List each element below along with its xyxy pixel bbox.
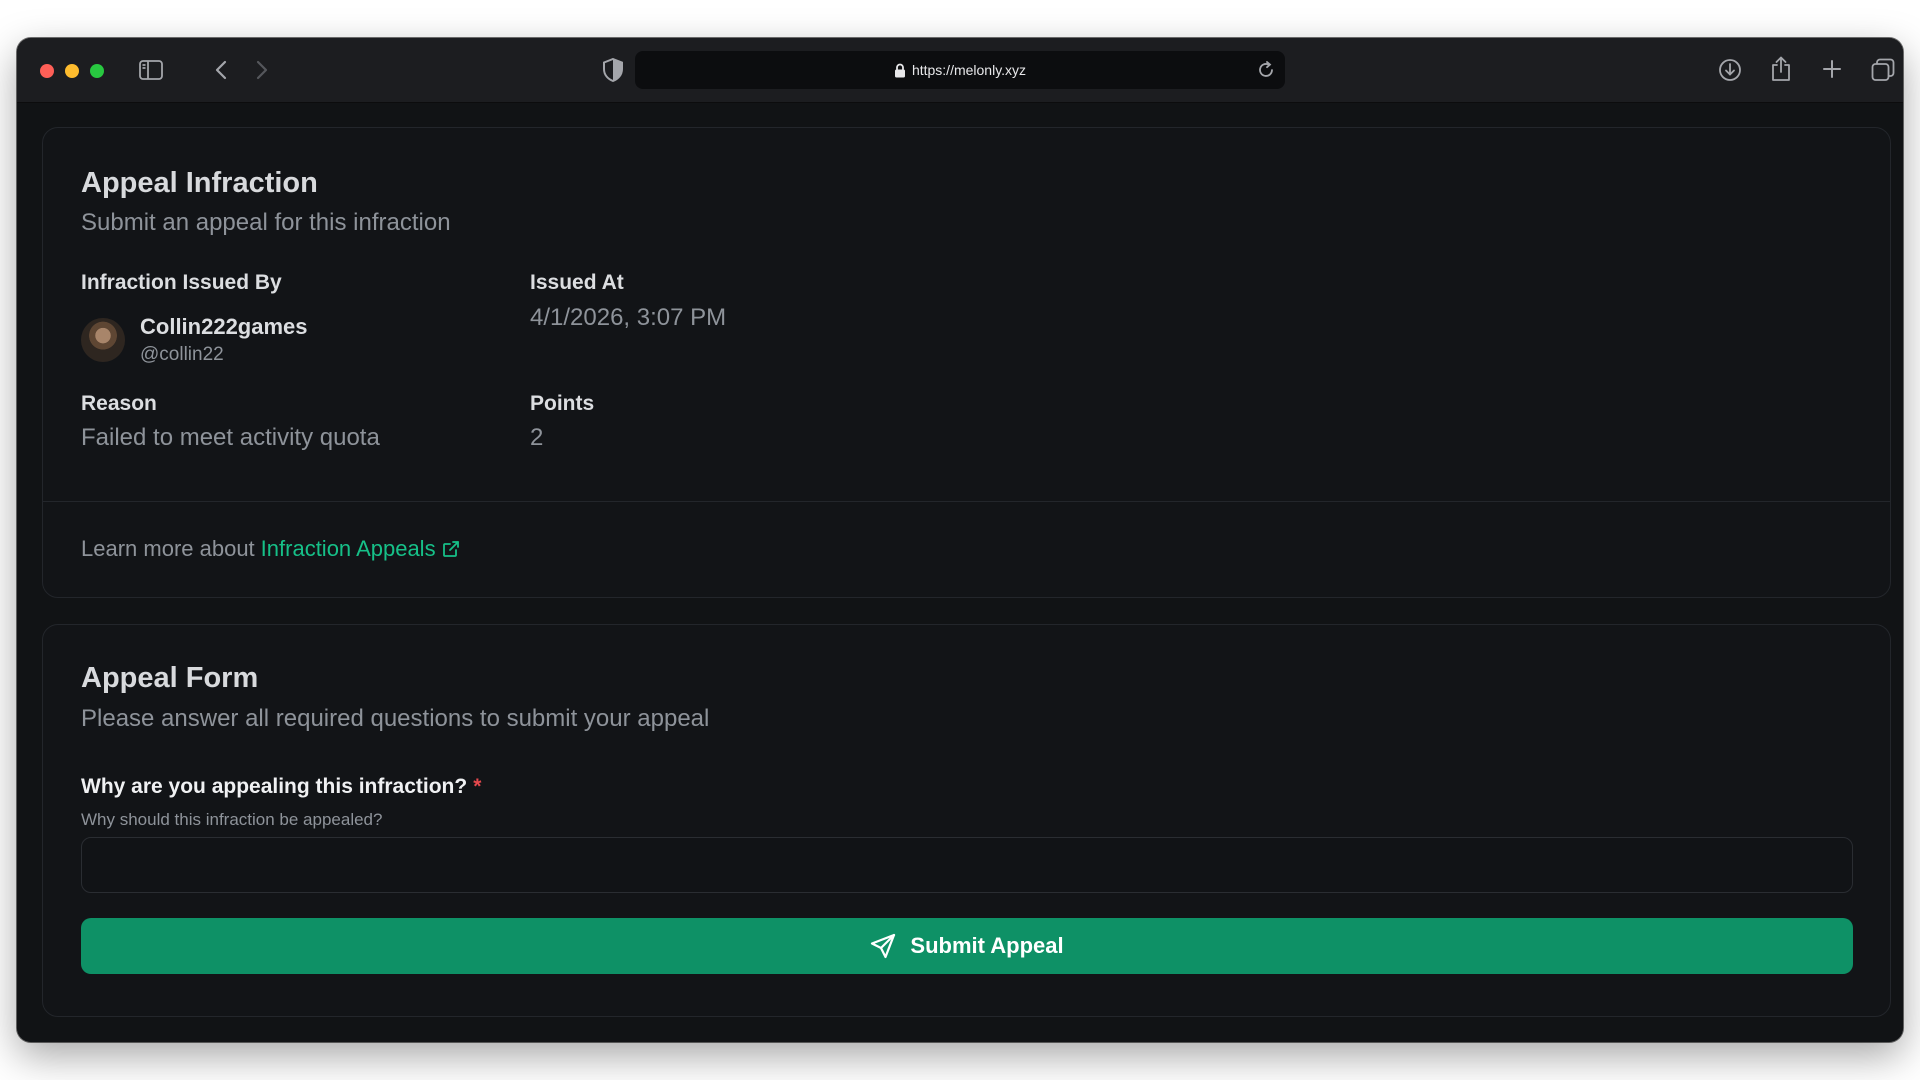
lock-icon	[894, 63, 906, 78]
card-divider	[43, 501, 1890, 502]
reason-value: Failed to meet activity quota	[81, 424, 380, 451]
privacy-shield-icon[interactable]	[602, 57, 624, 83]
learn-more-text: Learn more about Infraction Appeals	[81, 536, 460, 562]
issued-at-value: 4/1/2026, 3:07 PM	[530, 304, 727, 331]
back-icon[interactable]	[211, 58, 231, 82]
infraction-title: Appeal Infraction	[81, 167, 318, 199]
infraction-subtitle: Submit an appeal for this infraction	[81, 209, 451, 236]
learn-more-prefix: Learn more about	[81, 536, 255, 561]
downloads-icon[interactable]	[1717, 57, 1743, 83]
points-value: 2	[530, 424, 544, 451]
appeal-form-card: Appeal Form Please answer all required q…	[42, 624, 1891, 1017]
browser-toolbar: https://melonly.xyz	[17, 38, 1903, 103]
share-icon[interactable]	[1769, 55, 1793, 83]
issued-at-label: Issued At	[530, 271, 624, 294]
forward-icon[interactable]	[252, 58, 272, 82]
avatar	[81, 318, 125, 362]
issuer-handle: @collin22	[140, 344, 224, 365]
appeal-form-title: Appeal Form	[81, 662, 259, 694]
submit-appeal-button[interactable]: Submit Appeal	[81, 918, 1853, 974]
reload-icon[interactable]	[1257, 61, 1275, 82]
issuer-name: Collin222games	[140, 314, 308, 339]
browser-window: https://melonly.xyz Appeal Infraction Su…	[17, 38, 1903, 1042]
sidebar-toggle-icon[interactable]	[138, 57, 164, 83]
issued-by-label: Infraction Issued By	[81, 271, 282, 294]
infraction-appeals-link-label: Infraction Appeals	[260, 536, 436, 561]
new-tab-icon[interactable]	[1821, 58, 1843, 80]
url-text: https://melonly.xyz	[911, 62, 1027, 78]
question-hint: Why should this infraction be appealed?	[81, 810, 383, 829]
points-label: Points	[530, 392, 595, 415]
maximize-window-button[interactable]	[90, 64, 104, 78]
address-bar[interactable]: https://melonly.xyz	[635, 51, 1285, 89]
send-icon	[870, 933, 896, 959]
page-content: Appeal Infraction Submit an appeal for t…	[17, 103, 1903, 1042]
infraction-appeals-link[interactable]: Infraction Appeals	[261, 536, 460, 562]
question-label-text: Why are you appealing this infraction?	[81, 775, 468, 798]
reason-label: Reason	[81, 392, 157, 415]
appeal-answer-input[interactable]	[81, 837, 1853, 893]
infraction-card: Appeal Infraction Submit an appeal for t…	[42, 127, 1891, 598]
submit-appeal-label: Submit Appeal	[910, 933, 1064, 958]
required-marker: *	[473, 775, 482, 798]
tab-overview-icon[interactable]	[1870, 57, 1896, 83]
appeal-form-subtitle: Please answer all required questions to …	[81, 705, 710, 732]
minimize-window-button[interactable]	[65, 64, 79, 78]
external-link-icon	[442, 540, 460, 558]
question-label: Why are you appealing this infraction? *	[81, 775, 481, 799]
close-window-button[interactable]	[40, 64, 54, 78]
